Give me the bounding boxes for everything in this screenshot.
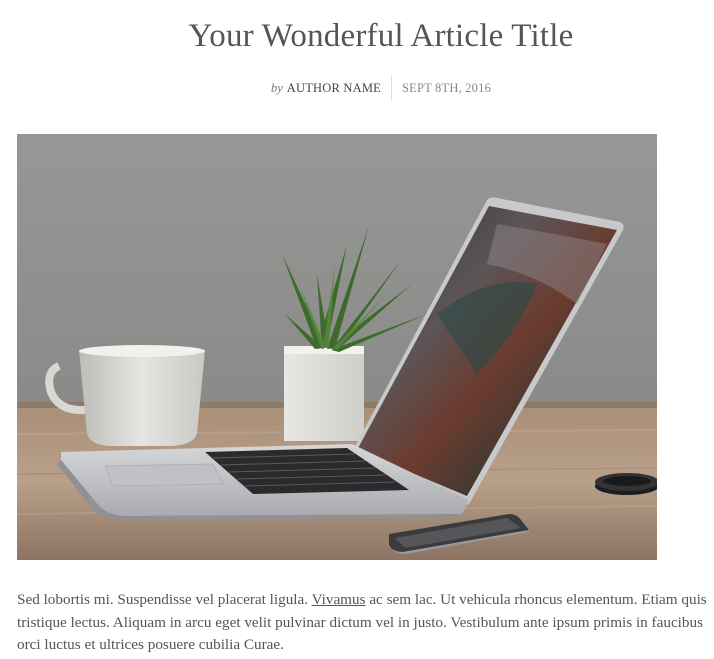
body-text-start: Sed lobortis mi. Suspendisse vel placera… — [17, 591, 312, 608]
article-title: Your Wonderful Article Title — [188, 18, 574, 54]
author-link[interactable]: AUTHOR NAME — [287, 81, 381, 96]
hero-image — [17, 134, 657, 560]
article-meta: by AUTHOR NAME SEPT 8TH, 2016 — [0, 76, 714, 100]
article-body: Sed lobortis mi. Suspendisse vel placera… — [17, 589, 712, 657]
publish-date: SEPT 8TH, 2016 — [401, 80, 492, 95]
by-label: by — [270, 80, 283, 95]
body-link[interactable]: Vivamus — [312, 591, 366, 608]
laptop-desk-illustration — [17, 134, 657, 560]
meta-divider — [390, 76, 392, 100]
